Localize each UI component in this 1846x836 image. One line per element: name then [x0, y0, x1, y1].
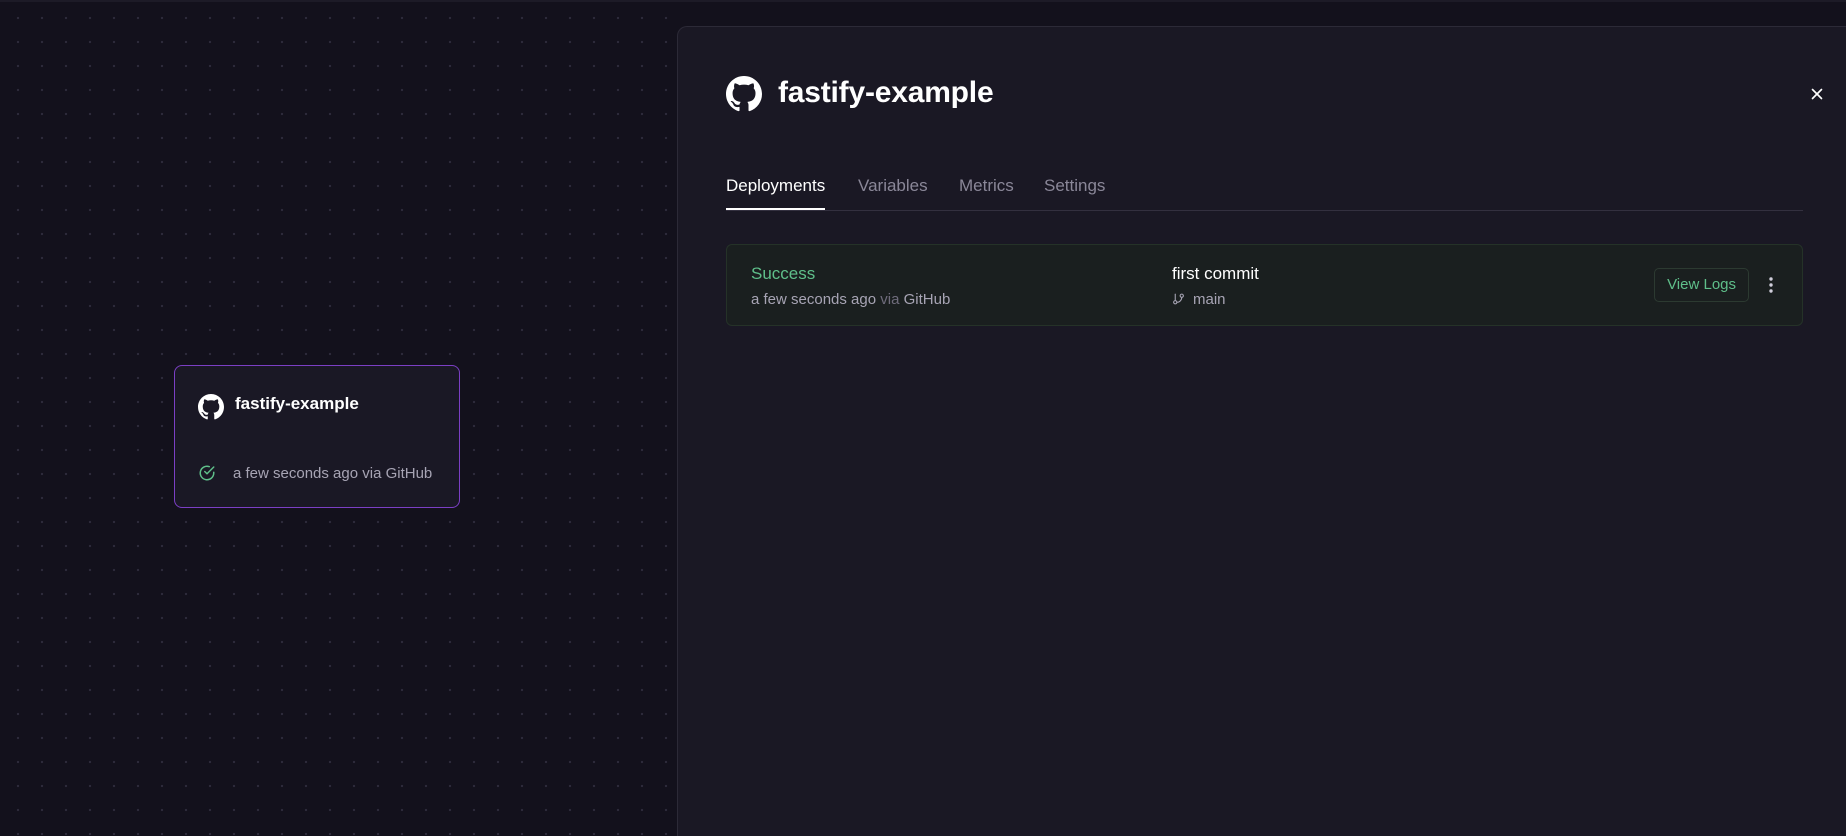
tab-metrics[interactable]: Metrics	[959, 176, 1014, 210]
view-logs-button[interactable]: View Logs	[1654, 268, 1749, 302]
branch-info: main	[1172, 291, 1226, 308]
commit-message: first commit	[1172, 264, 1259, 283]
deployment-source: GitHub	[903, 291, 951, 308]
close-icon[interactable]	[1808, 85, 1826, 103]
deployment-meta: a few seconds ago via GitHub	[751, 291, 950, 308]
tab-variables[interactable]: Variables	[858, 176, 928, 210]
panel-tabs: Deployments Variables Metrics Settings	[726, 150, 1803, 211]
github-icon	[726, 76, 762, 112]
deployment-time: a few seconds ago	[751, 291, 877, 308]
deployment-row[interactable]: Success a few seconds ago via GitHub fir…	[726, 244, 1803, 326]
git-branch-icon	[1173, 293, 1184, 305]
tab-settings[interactable]: Settings	[1044, 176, 1105, 210]
more-vertical-icon[interactable]	[1768, 276, 1774, 294]
check-circle-icon	[199, 465, 215, 481]
service-node-title: fastify-example	[235, 394, 359, 413]
service-node-card[interactable]: fastify-example a few seconds ago via Gi…	[174, 365, 460, 508]
panel-title: fastify-example	[778, 76, 994, 109]
github-icon	[198, 394, 224, 420]
branch-name: main	[1193, 291, 1226, 308]
deployment-status: Success	[751, 264, 816, 283]
service-details-panel: fastify-example Deployments Variables Me…	[677, 26, 1846, 836]
tab-deployments[interactable]: Deployments	[726, 176, 826, 210]
deployment-via: via	[880, 291, 900, 308]
project-canvas[interactable]: fastify-example a few seconds ago via Gi…	[0, 2, 678, 836]
service-node-meta: a few seconds ago via GitHub	[233, 465, 433, 482]
